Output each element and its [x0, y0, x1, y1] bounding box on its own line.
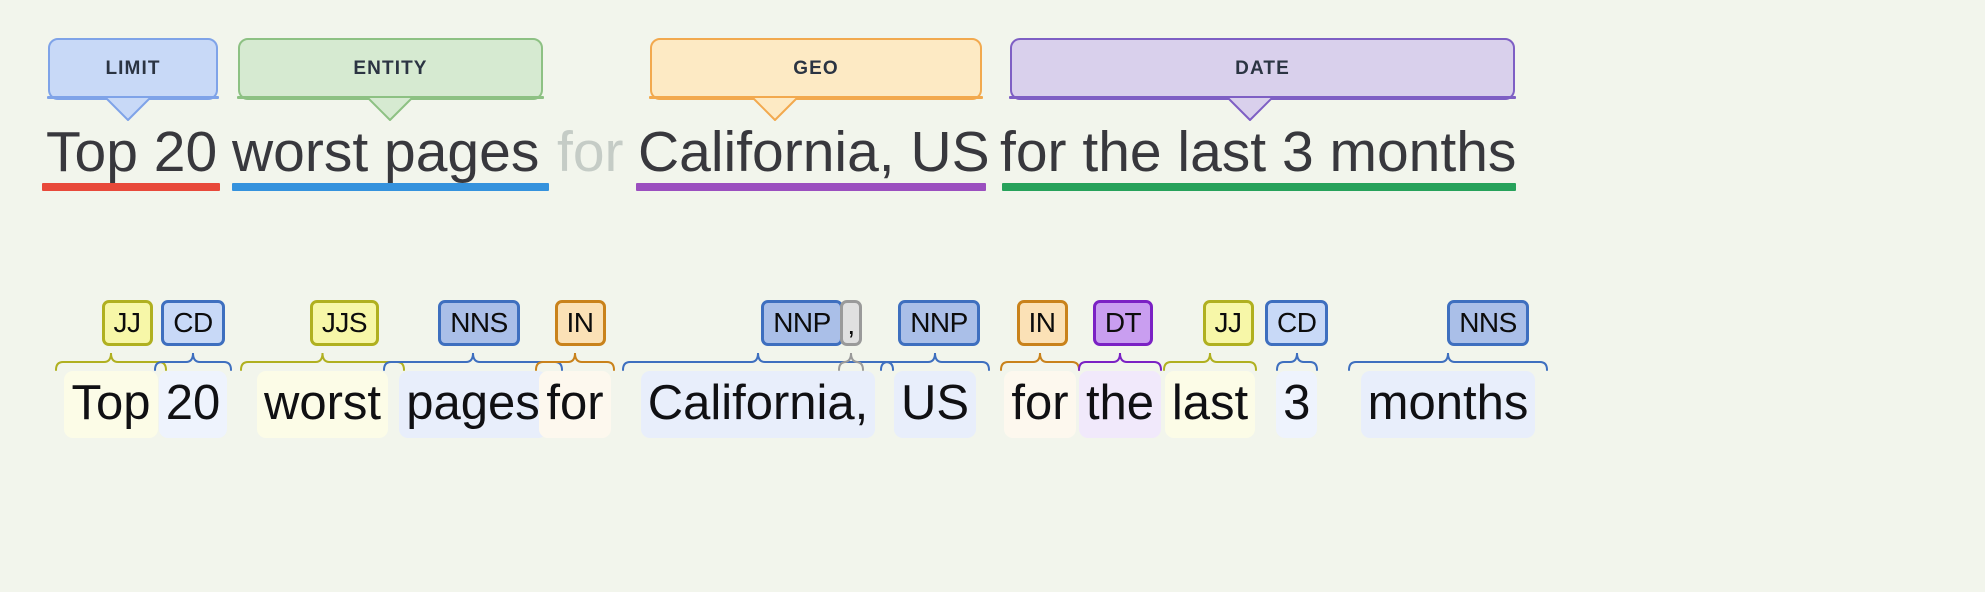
- pos-token: NNS months: [1348, 300, 1548, 438]
- pos-brace: [1000, 352, 1080, 371]
- phrase-underline: [636, 183, 986, 191]
- pos-tag-chip[interactable]: NNS: [1447, 300, 1529, 346]
- pos-token-word[interactable]: pages: [399, 371, 547, 438]
- pos-token-word[interactable]: 3: [1276, 371, 1318, 438]
- pos-brace: [880, 352, 990, 371]
- pos-tag-chip[interactable]: CD: [161, 300, 225, 346]
- pos-tag-chip[interactable]: NNS: [438, 300, 520, 346]
- query-phrase-line: Top 20 worst pages for California, US for th…: [0, 118, 1985, 190]
- pos-tag-chip[interactable]: JJS: [309, 300, 380, 346]
- pos-token: ,: [838, 300, 864, 372]
- phrase-word[interactable]: California, US: [638, 118, 990, 186]
- entity-callout-label: ENTITY: [353, 58, 428, 79]
- entity-callout-label: LIMIT: [105, 58, 161, 79]
- pos-tag-chip[interactable]: NNP: [761, 300, 843, 346]
- pos-brace: [1275, 352, 1318, 371]
- pos-token-word[interactable]: 20: [158, 371, 228, 438]
- pos-tag-chip[interactable]: JJ: [101, 300, 153, 346]
- pos-token-word[interactable]: months: [1360, 371, 1536, 438]
- phrase-word[interactable]: worst pages: [232, 118, 539, 186]
- pos-brace: [240, 352, 405, 371]
- pos-token: CD 3: [1265, 300, 1329, 438]
- pos-token-word[interactable]: last: [1164, 371, 1256, 438]
- entity-callout-geo[interactable]: GEO: [650, 38, 982, 100]
- pos-token: JJS worst: [240, 300, 405, 438]
- pos-brace: [838, 352, 864, 371]
- pos-token-word[interactable]: California,: [640, 371, 876, 438]
- phrase-underline: [42, 183, 220, 191]
- pos-token-word[interactable]: for: [539, 371, 611, 438]
- pos-tag-chip[interactable]: ,: [840, 300, 862, 346]
- phrase-underline: [1002, 183, 1516, 191]
- pos-tagging-section: JJ Top CD 20 JJS worst NNS pages IN for NNP Califor…: [0, 300, 1985, 592]
- pos-token-word[interactable]: worst: [256, 371, 389, 438]
- pos-token-word[interactable]: US: [893, 371, 977, 438]
- phrase-word[interactable]: Top 20: [46, 118, 217, 186]
- pos-tag-chip[interactable]: IN: [554, 300, 606, 346]
- entity-callout-entity[interactable]: ENTITY: [238, 38, 543, 100]
- pos-brace: [1348, 352, 1548, 371]
- pos-brace: [154, 352, 232, 371]
- pos-brace: [55, 352, 167, 371]
- entity-callout-label: GEO: [793, 58, 839, 79]
- pos-token: CD 20: [154, 300, 232, 438]
- pos-brace: [535, 352, 615, 371]
- pos-brace: [1163, 352, 1257, 371]
- pos-tag-chip[interactable]: CD: [1265, 300, 1329, 346]
- pos-token: JJ Top: [55, 300, 167, 438]
- phrase-word[interactable]: for the last 3 months: [1000, 118, 1516, 186]
- pos-token: NNP US: [880, 300, 990, 438]
- entity-callout-date[interactable]: DATE: [1010, 38, 1515, 100]
- pos-tag-chip[interactable]: DT: [1092, 300, 1154, 346]
- pos-token: DT the: [1078, 300, 1162, 438]
- pos-token-word[interactable]: the: [1078, 371, 1162, 438]
- pos-token-word[interactable]: Top: [64, 371, 158, 438]
- pos-token: IN for: [1000, 300, 1080, 438]
- pos-token: JJ last: [1163, 300, 1257, 438]
- entity-callout-label: DATE: [1235, 58, 1290, 79]
- pos-tag-chip[interactable]: IN: [1016, 300, 1068, 346]
- pos-tag-chip[interactable]: NNP: [898, 300, 980, 346]
- pos-brace: [1078, 352, 1162, 371]
- pos-tag-chip[interactable]: JJ: [1202, 300, 1254, 346]
- entity-callout-limit[interactable]: LIMIT: [48, 38, 218, 100]
- entity-banner-section: LIMIT ENTITY GEO DATE Top 20 worst pages for C…: [0, 0, 1985, 260]
- phrase-underline: [232, 183, 549, 191]
- phrase-word[interactable]: for: [557, 118, 624, 186]
- pos-token: IN for: [535, 300, 615, 438]
- pos-token-word[interactable]: for: [1004, 371, 1076, 438]
